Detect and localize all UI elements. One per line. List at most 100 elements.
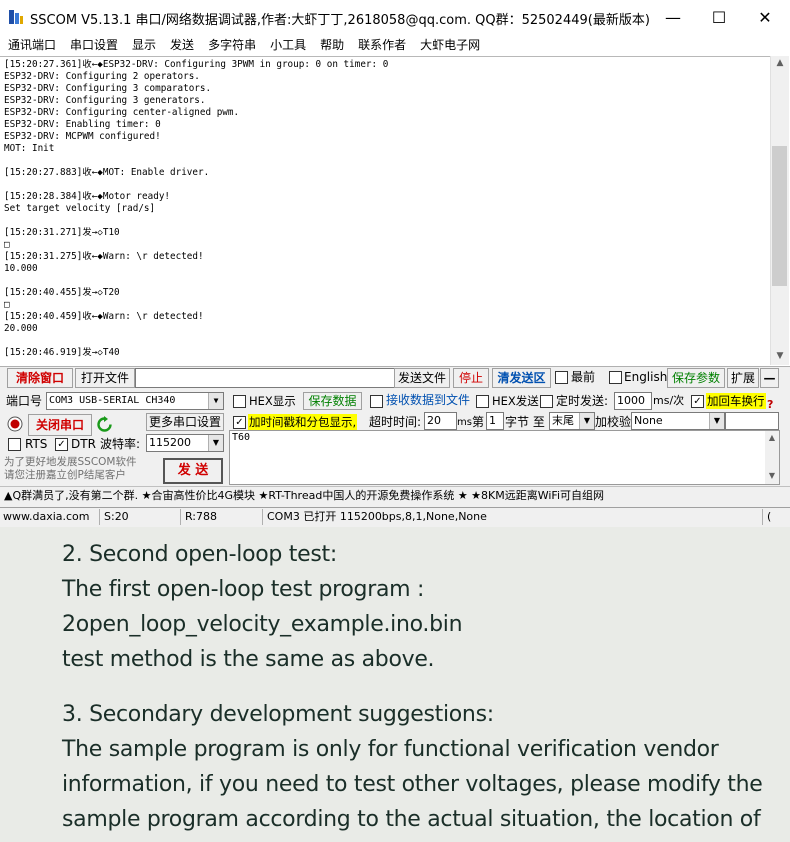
rts-checkbox[interactable] (8, 438, 21, 451)
file-toolbar: 清除窗口 打开文件 发送文件 停止 清发送区 最前 English 保存参数 扩… (0, 366, 790, 389)
scroll-up-icon[interactable]: ▲ (771, 56, 789, 70)
title-bar: SSCOM V5.13.1 串口/网络数据调试器,作者:大虾丁丁,2618058… (0, 0, 790, 34)
scroll-thumb[interactable] (772, 146, 787, 286)
doc-line-4: test method is the same as above. (62, 647, 435, 672)
checksum-label: 加校验 (595, 415, 632, 429)
doc-line-7: The sample program is only for functiona… (62, 737, 719, 762)
menu-tools[interactable]: 小工具 (263, 35, 313, 55)
scroll-up-icon[interactable]: ▲ (765, 431, 779, 445)
english-label: English (624, 370, 668, 384)
chevron-down-icon: ▼ (579, 413, 594, 429)
hex-send-checkbox[interactable] (476, 395, 489, 408)
close-port-button[interactable]: 关闭串口 (28, 414, 92, 436)
doc-line-9: sample program according to the actual s… (62, 807, 761, 832)
menu-contact-author[interactable]: 联系作者 (351, 35, 413, 55)
dtr-checkbox[interactable]: ✓ (55, 438, 68, 451)
baud-select[interactable]: 115200 ▼ (146, 434, 224, 452)
menu-daxia-site[interactable]: 大虾电子网 (413, 35, 487, 55)
scroll-down-icon[interactable]: ▼ (765, 469, 779, 483)
send-scrollbar[interactable]: ▲ ▼ (765, 431, 779, 484)
maximize-button[interactable]: ☐ (696, 0, 742, 34)
promo-line-2[interactable]: 请您注册嘉立创P结尾客户 (4, 469, 126, 482)
collapse-button[interactable]: — (760, 368, 779, 388)
clear-send-button[interactable]: 清发送区 (492, 368, 551, 388)
timestamp-label: 加时间戳和分包显示, (248, 414, 358, 430)
menu-help[interactable]: 帮助 (313, 35, 351, 55)
menu-display[interactable]: 显示 (125, 35, 163, 55)
news-ticker[interactable]: ▲Q群满员了,没有第二个群. ★合宙高性价比4G模块 ★RT-Thread中国人… (0, 486, 790, 507)
send-button[interactable]: 发 送 (163, 458, 223, 484)
window-title: SSCOM V5.13.1 串口/网络数据调试器,作者:大虾丁丁,2618058… (30, 13, 650, 28)
checksum-result-field (725, 412, 779, 430)
more-port-settings-button[interactable]: 更多串口设置 (146, 413, 224, 431)
promo-line-1[interactable]: 为了更好地发展SSCOM软件 (4, 456, 137, 469)
checksum-select[interactable]: None ▼ (631, 412, 725, 430)
stop-button[interactable]: 停止 (453, 368, 489, 388)
timed-unit-label: ms/次 (653, 394, 685, 407)
doc-line-3: 2open_loop_velocity_example.ino.bin (62, 612, 463, 637)
timed-send-label: 定时发送: (556, 394, 609, 408)
recv-to-file-label[interactable]: 接收数据到文件 (386, 392, 470, 408)
clear-window-button[interactable]: 清除窗口 (7, 368, 73, 388)
status-tail: ( (767, 510, 772, 523)
topmost-label: 最前 (571, 370, 596, 384)
close-button[interactable]: ✕ (742, 0, 788, 34)
menu-bar: 通讯端口 串口设置 显示 发送 多字符串 小工具 帮助 联系作者 大虾电子网 (0, 34, 790, 56)
menu-serial-settings[interactable]: 串口设置 (63, 35, 125, 55)
timeout-unit-label: ms (457, 417, 472, 428)
menu-comm-port[interactable]: 通讯端口 (0, 35, 63, 55)
port-label: 端口号 (6, 394, 43, 408)
receive-area[interactable]: [15:20:27.361]收←◆ESP32-DRV: Configuring … (0, 56, 770, 366)
app-icon (9, 10, 23, 24)
byte-to-label: 字节 至 (505, 415, 545, 429)
receive-log: [15:20:27.361]收←◆ESP32-DRV: Configuring … (4, 59, 389, 358)
status-received-count: R:788 (182, 509, 263, 525)
status-port-state: COM3 已打开 115200bps,8,1,None,None (264, 509, 763, 525)
topmost-checkbox[interactable] (555, 371, 568, 384)
timeout-input[interactable]: 20 (424, 412, 457, 430)
port-select[interactable]: COM3 USB-SERIAL CH340 ▼ (46, 392, 224, 410)
tail-select-value: 末尾 (552, 414, 574, 427)
english-checkbox[interactable] (609, 371, 622, 384)
tail-select[interactable]: 末尾 ▼ (549, 412, 595, 430)
port-status-icon (7, 416, 23, 432)
baud-select-value: 115200 (149, 436, 191, 449)
menu-send[interactable]: 发送 (163, 35, 201, 55)
doc-line-2: The first open-loop test program : (62, 577, 425, 602)
file-path-input[interactable] (135, 368, 395, 388)
hex-display-label: HEX显示 (249, 394, 296, 408)
instructions-document: 2. Second open-loop test: The first open… (0, 527, 790, 842)
start-byte-input[interactable]: 1 (486, 412, 504, 430)
ticker-text: ▲Q群满员了,没有第二个群. ★合宙高性价比4G模块 ★RT-Thread中国人… (4, 489, 605, 502)
nth-label: 第 (472, 415, 485, 429)
recv-to-file-checkbox[interactable] (370, 395, 383, 408)
add-crlf-checkbox[interactable]: ✓ (691, 395, 704, 408)
status-website[interactable]: www.daxia.com (0, 509, 100, 525)
menu-multi-string[interactable]: 多字符串 (201, 35, 263, 55)
send-input[interactable]: T60 ▲ ▼ (229, 430, 780, 485)
add-crlf-label: 加回车换行 (706, 393, 766, 409)
expand-button[interactable]: 扩展 (727, 368, 759, 388)
send-file-button[interactable]: 发送文件 (394, 368, 450, 388)
hex-display-checkbox[interactable] (233, 395, 246, 408)
help-icon[interactable]: ? (767, 397, 773, 413)
open-file-button[interactable]: 打开文件 (75, 368, 135, 388)
refresh-icon[interactable] (96, 416, 113, 433)
timed-interval-input[interactable]: 1000 (614, 392, 652, 410)
hex-send-label: HEX发送 (492, 394, 539, 408)
checksum-select-value: None (634, 414, 663, 427)
doc-line-1: 2. Second open-loop test: (62, 542, 337, 567)
port-select-value: COM3 USB-SERIAL CH340 (49, 395, 176, 406)
save-params-button[interactable]: 保存参数 (667, 368, 725, 388)
timestamp-checkbox[interactable]: ✓ (233, 416, 246, 429)
receive-scrollbar[interactable]: ▲ ▼ (770, 56, 789, 365)
save-data-button[interactable]: 保存数据 (303, 392, 362, 410)
status-sent-count: S:20 (101, 509, 181, 525)
doc-line-6: 3. Secondary development suggestions: (62, 702, 494, 727)
timed-send-checkbox[interactable] (540, 395, 553, 408)
scroll-down-icon[interactable]: ▼ (771, 349, 789, 363)
chevron-down-icon: ▼ (709, 413, 724, 429)
send-content: T60 (232, 432, 251, 443)
minimize-button[interactable]: — (650, 0, 696, 34)
status-bar: www.daxia.com S:20 R:788 COM3 已打开 115200… (0, 507, 790, 527)
